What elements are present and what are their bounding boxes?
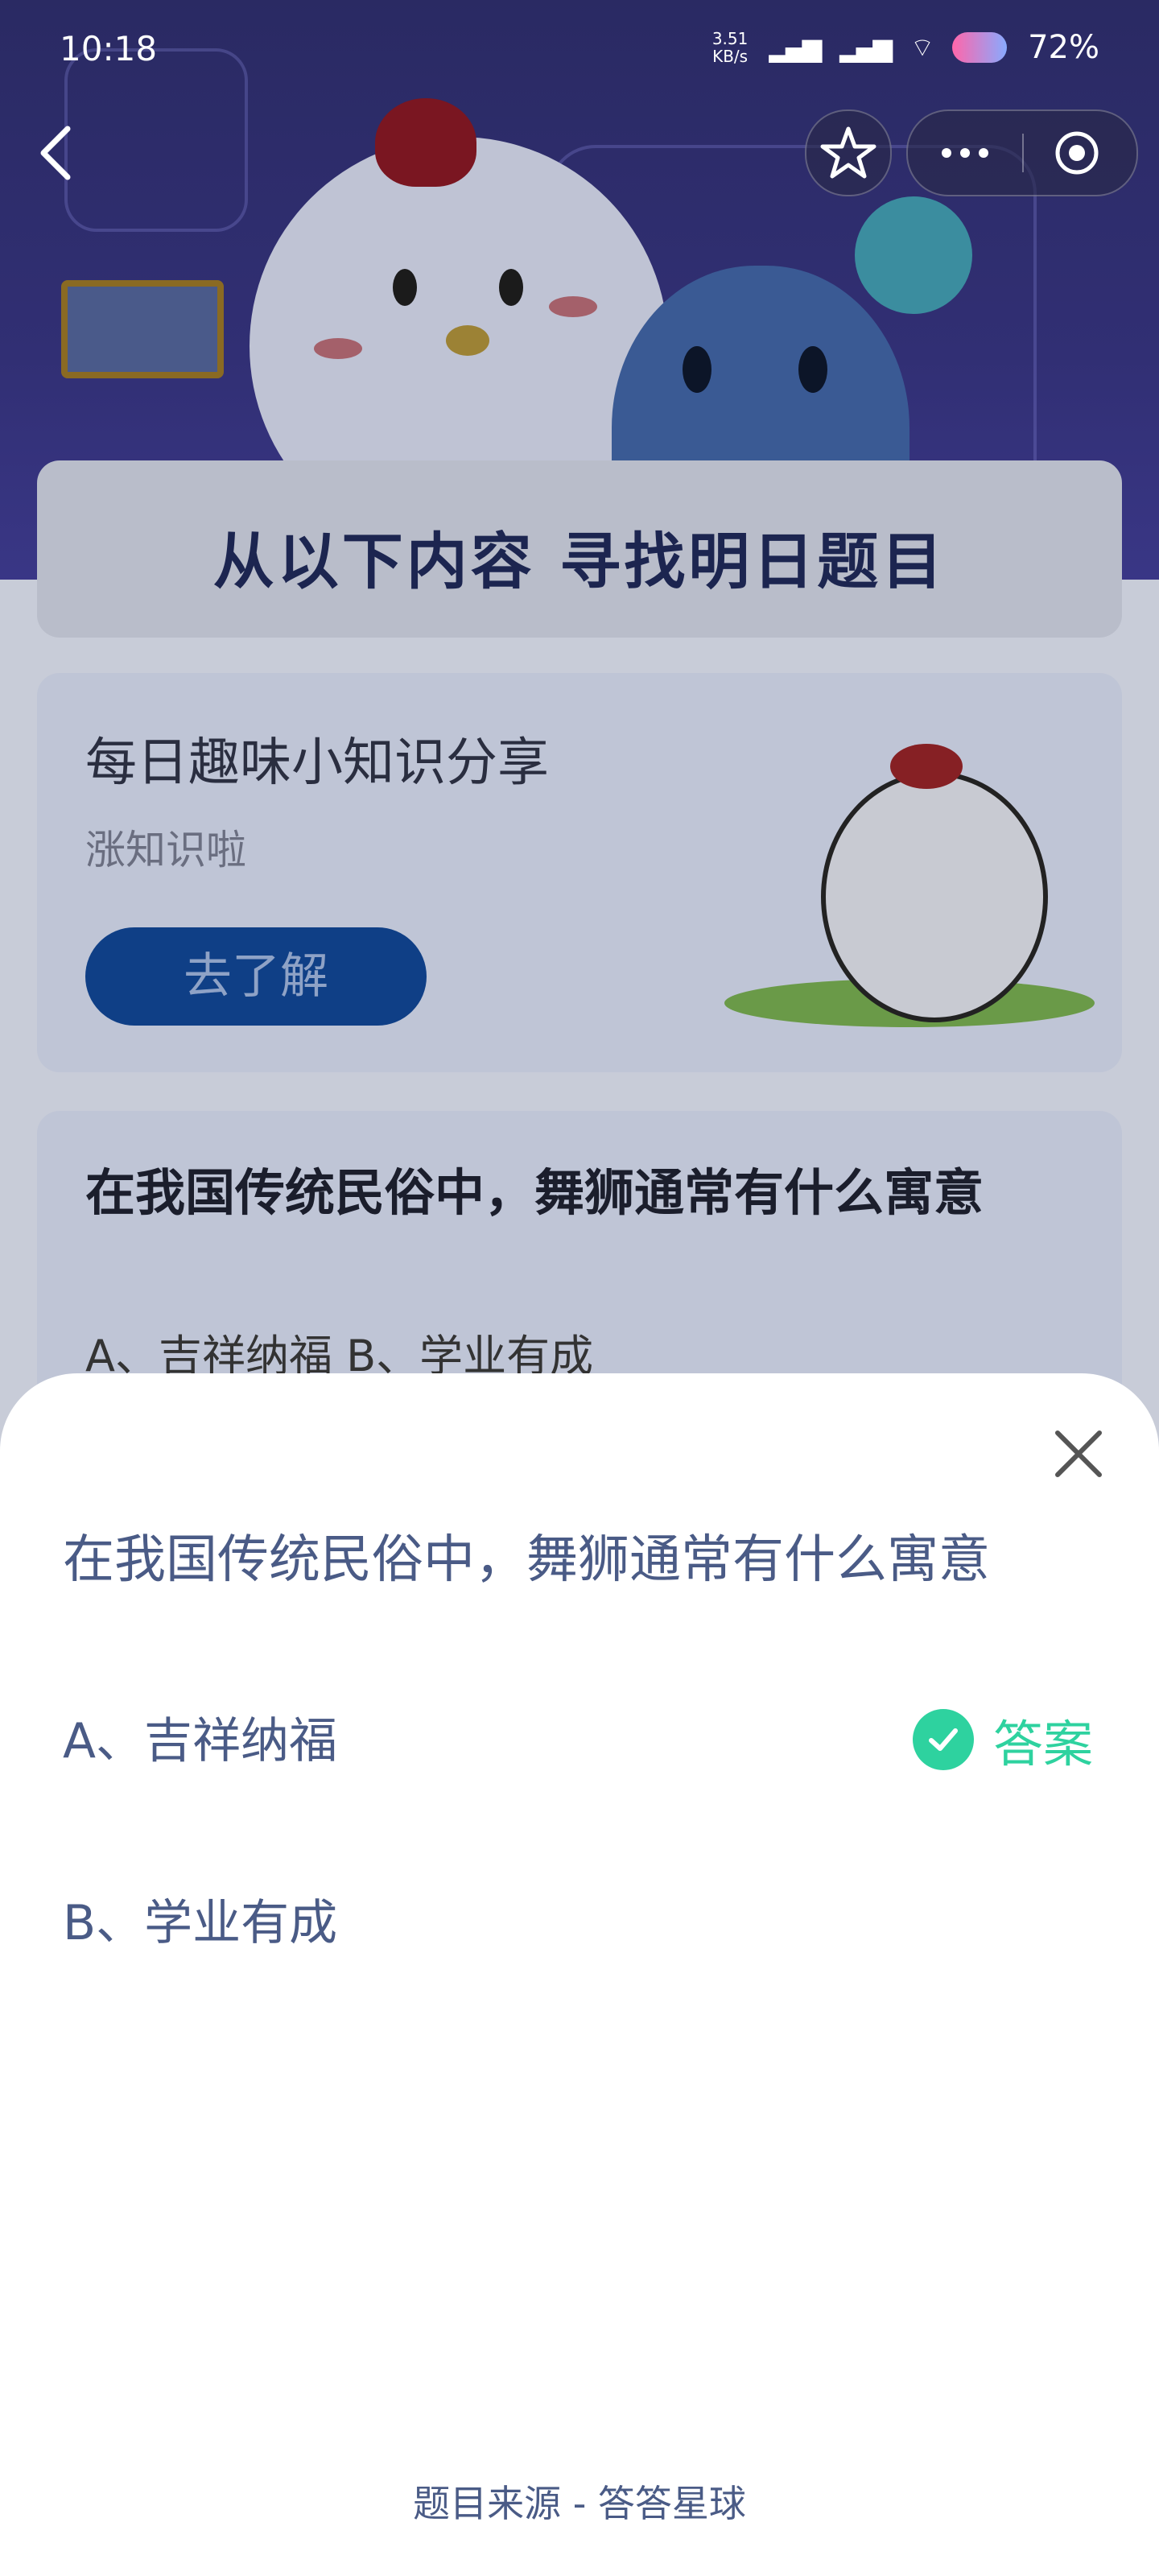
chick-bubble-comb bbox=[890, 744, 963, 789]
star-icon bbox=[820, 126, 876, 179]
status-indicators: 3.51 KB/s ▂▄▆ ▂▄▆ ⌔ 72% bbox=[712, 29, 1099, 66]
net-speed: 3.51 KB/s bbox=[712, 30, 749, 65]
question-card-title: 在我国传统民俗中，舞狮通常有什么寓意 bbox=[85, 1163, 984, 1222]
option-b[interactable]: B、学业有成 bbox=[63, 1864, 1109, 1961]
option-b-label: B、学业有成 bbox=[63, 1895, 338, 1951]
fish-icon bbox=[952, 32, 1008, 63]
target-circle-icon[interactable] bbox=[1053, 129, 1101, 177]
chick-comb bbox=[375, 98, 476, 187]
chick-cheek-right bbox=[549, 296, 597, 317]
chick-cheek-left bbox=[314, 338, 362, 359]
learn-more-button[interactable]: 去了解 bbox=[85, 927, 427, 1026]
wifi-icon: ⌔ bbox=[910, 32, 934, 63]
alien-eye-left bbox=[683, 346, 711, 393]
chick-bubble-illustration bbox=[821, 771, 1048, 1022]
sheet-question: 在我国传统民俗中，舞狮通常有什么寓意 bbox=[63, 1530, 990, 1590]
battery-level: 72% bbox=[1028, 29, 1099, 66]
net-speed-unit: KB/s bbox=[712, 47, 749, 66]
medal-frame-illustration bbox=[61, 280, 224, 378]
chick-eye-right bbox=[499, 269, 523, 306]
option-a[interactable]: A、吉祥纳福 答案 bbox=[63, 1682, 1109, 1779]
close-icon[interactable] bbox=[1046, 1422, 1111, 1486]
favorite-button[interactable] bbox=[805, 109, 892, 196]
banner-title: 从以下内容 寻找明日题目 bbox=[212, 526, 947, 597]
alien-eye-right bbox=[798, 346, 827, 393]
signal-icon: ▂▄▆ bbox=[769, 32, 822, 63]
net-speed-value: 3.51 bbox=[711, 29, 749, 48]
capsule-divider bbox=[1022, 134, 1024, 172]
answer-label: 答案 bbox=[992, 1715, 1093, 1773]
signal-icon-2: ▂▄▆ bbox=[839, 32, 893, 63]
globe-icon bbox=[855, 196, 972, 314]
chick-beak bbox=[446, 325, 489, 356]
status-bar: 10:18 3.51 KB/s ▂▄▆ ▂▄▆ ⌔ 72% bbox=[0, 0, 1159, 97]
answer-tag: 答案 bbox=[912, 1703, 1093, 1776]
source-footer: 题目来源 - 答答星球 bbox=[413, 2482, 746, 2525]
mini-program-capsule bbox=[906, 109, 1138, 196]
more-dots-icon[interactable] bbox=[937, 135, 993, 171]
knowledge-card-title: 每日趣味小知识分享 bbox=[85, 733, 549, 793]
chick-eye-left bbox=[393, 269, 417, 306]
status-time: 10:18 bbox=[60, 29, 158, 68]
check-icon bbox=[912, 1709, 974, 1770]
option-a-label: A、吉祥纳福 bbox=[63, 1713, 338, 1769]
back-icon[interactable] bbox=[32, 121, 80, 185]
knowledge-card-subtitle: 涨知识啦 bbox=[85, 827, 246, 873]
